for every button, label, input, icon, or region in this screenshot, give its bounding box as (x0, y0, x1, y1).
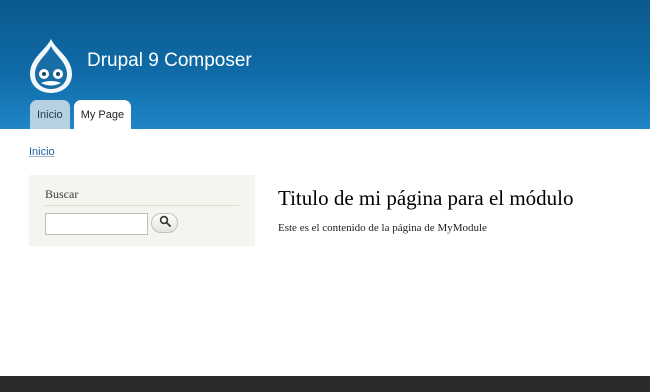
breadcrumb-inicio[interactable]: Inicio (29, 146, 55, 158)
site-name[interactable]: Drupal 9 Composer (87, 50, 252, 72)
page-content: Este es el contenido de la página de MyM… (278, 222, 487, 234)
search-button[interactable] (151, 213, 178, 233)
page-title: Titulo de mi página para el módulo (278, 186, 574, 210)
block-divider (45, 205, 239, 206)
search-input[interactable] (45, 213, 148, 235)
tab-my-page[interactable]: My Page (73, 100, 132, 129)
search-block-title: Buscar (45, 187, 79, 201)
tab-inicio[interactable]: Inicio (30, 100, 70, 129)
site-footer (0, 376, 650, 392)
site-header: Drupal 9 Composer Inicio My Page (0, 0, 650, 129)
sidebar-search-block: Buscar (29, 175, 255, 246)
search-icon (159, 214, 171, 232)
drupal-drop-icon[interactable] (26, 38, 76, 94)
primary-tabs: Inicio My Page (30, 100, 132, 129)
